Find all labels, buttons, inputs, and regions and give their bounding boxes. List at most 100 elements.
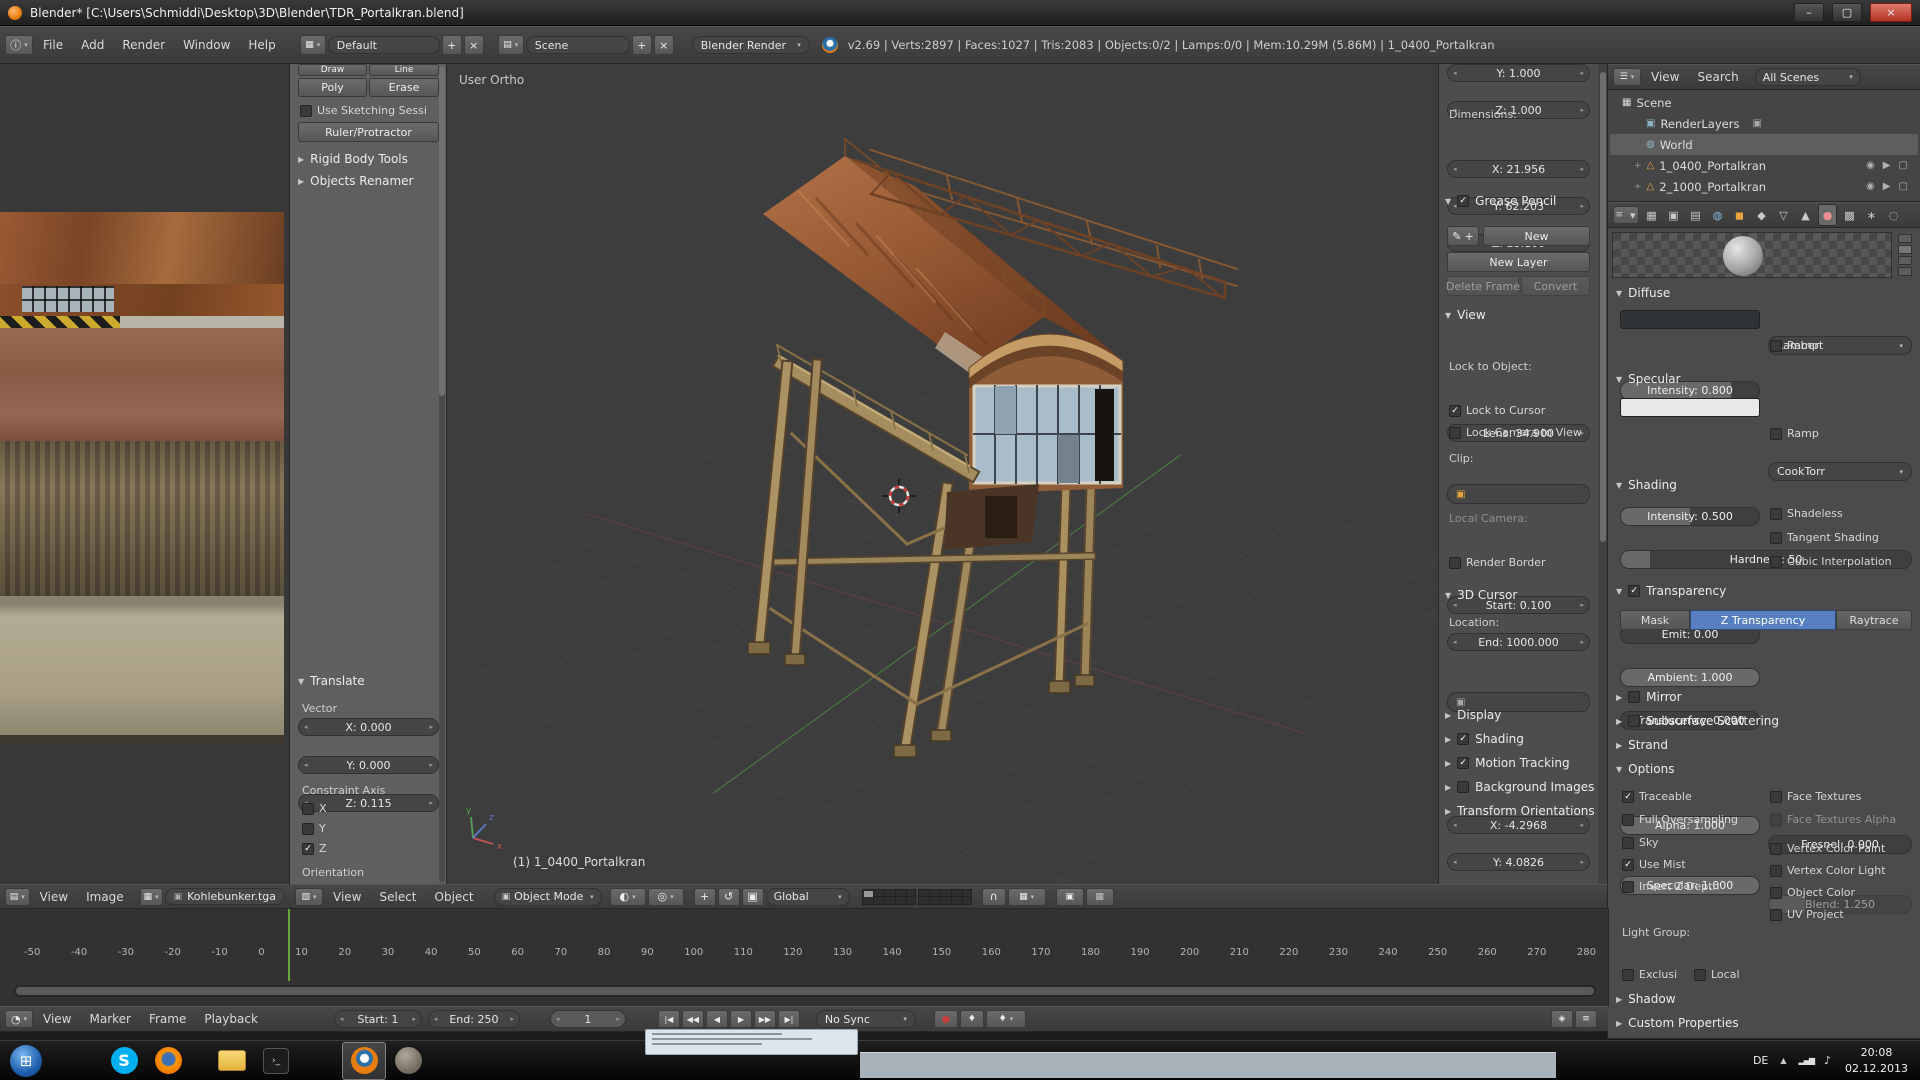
specular-ramp-checkbox[interactable]: Ramp xyxy=(1770,427,1819,440)
use-mist-checkbox[interactable]: ✓Use Mist xyxy=(1622,858,1686,871)
volume-icon[interactable]: ♪ xyxy=(1824,1054,1831,1067)
visibility-eye-icon[interactable]: ◉ xyxy=(1866,181,1875,192)
transport-button[interactable]: ▶ xyxy=(730,1010,752,1028)
transparency-raytrace-button[interactable]: Raytrace xyxy=(1836,610,1912,630)
render-border-checkbox[interactable]: Render Border xyxy=(1449,556,1546,569)
timeline-menu-item[interactable]: Marker xyxy=(81,1011,138,1027)
mirror-panel-header[interactable]: ▶Mirror xyxy=(1616,690,1682,704)
properties-tab[interactable]: ▽ xyxy=(1774,204,1793,226)
diffuse-ramp-checkbox[interactable]: Ramp xyxy=(1770,339,1819,352)
viewport-scrollbar[interactable] xyxy=(1598,64,1608,884)
sky-checkbox[interactable]: Sky xyxy=(1622,836,1658,849)
visibility-eye-icon[interactable]: ◉ xyxy=(1866,160,1875,171)
snap-toggle[interactable]: ∩ xyxy=(982,888,1006,906)
properties-tab[interactable]: ▩ xyxy=(1840,204,1859,226)
image-browse-button[interactable]: ▦▾ xyxy=(140,888,163,906)
gp-pencil-button[interactable]: ✎+ xyxy=(1447,226,1479,246)
outliner-menu-item[interactable]: View xyxy=(1643,69,1687,85)
translate-x-field[interactable]: X: 0.000 xyxy=(298,718,439,736)
uv-menu-item[interactable]: View xyxy=(32,889,76,905)
cursor-x-field[interactable]: X: -4.2968 xyxy=(1447,816,1590,834)
cubic-interpolation-checkbox[interactable]: Cubic Interpolation xyxy=(1770,555,1892,568)
viewport-menu-item[interactable]: Object xyxy=(427,889,482,905)
diffuse-color-swatch[interactable] xyxy=(1620,310,1760,329)
record-button[interactable]: ● xyxy=(934,1010,958,1028)
manipulator-scale-toggle[interactable]: ▣ xyxy=(742,888,764,906)
selectable-icon[interactable]: ▶ xyxy=(1883,181,1891,192)
screen-browse-button[interactable]: ▦▾ xyxy=(300,35,326,55)
timeline-editor-type-button[interactable]: ◔▾ xyxy=(5,1010,33,1028)
pivot-select[interactable]: ◎▾ xyxy=(648,888,684,906)
render-opengl-anim-button[interactable]: ▦ xyxy=(1086,888,1114,906)
transport-button[interactable]: ▶| xyxy=(778,1010,800,1028)
tray-expand-icon[interactable]: ▲ xyxy=(1780,1056,1786,1065)
preview-type-buttons[interactable] xyxy=(1896,232,1914,278)
viewport-canvas[interactable]: x y z User Ortho (1) 1_0400_Portalkran xyxy=(447,64,1439,884)
preview-flat-button[interactable] xyxy=(1898,234,1912,243)
scrollbar-thumb[interactable] xyxy=(1600,72,1606,542)
expand-icon[interactable]: + xyxy=(1634,182,1642,192)
properties-tab[interactable]: ◍ xyxy=(1708,204,1727,226)
unlink-scene-button[interactable]: × xyxy=(654,35,674,55)
keying-set-button[interactable]: ♦ xyxy=(960,1010,984,1028)
lock-to-cursor-checkbox[interactable]: ✓Lock to Cursor xyxy=(1449,404,1545,417)
diffuse-panel-header[interactable]: ▼Diffuse xyxy=(1616,286,1670,300)
gp-convert-button[interactable]: Convert xyxy=(1521,276,1590,296)
traceable-checkbox[interactable]: ✓Traceable xyxy=(1622,790,1692,803)
scene-name-field[interactable]: Scene xyxy=(526,36,630,54)
frame-start-field[interactable]: Start: 1 xyxy=(334,1010,422,1028)
specular-panel-header[interactable]: ▼Specular xyxy=(1616,372,1681,386)
timeline-scrollbar[interactable] xyxy=(14,985,1596,997)
properties-tab[interactable]: ▦ xyxy=(1642,204,1661,226)
render-engine-select[interactable]: Blender Render▾ xyxy=(692,36,810,54)
background-images-panel-header[interactable]: ▶Background Images xyxy=(1445,780,1594,794)
shadow-panel-header[interactable]: ▶Shadow xyxy=(1616,992,1676,1006)
scene-browse-button[interactable]: ▤▾ xyxy=(498,35,524,55)
custom-properties-panel-header[interactable]: ▶Custom Properties xyxy=(1616,1016,1739,1030)
ambient-slider[interactable]: Ambient: 1.000 xyxy=(1620,668,1760,687)
properties-tab[interactable]: ◼ xyxy=(1730,204,1749,226)
editor-type-button[interactable]: ⓘ▾ xyxy=(5,35,33,55)
constraint-z-checkbox[interactable]: ✓Z xyxy=(302,842,327,855)
renderable-camera-icon[interactable]: ▢ xyxy=(1898,181,1907,192)
timeline[interactable]: -50-40-30-20-100102030405060708090100110… xyxy=(0,909,1608,1006)
transport-button[interactable]: |◀ xyxy=(658,1010,680,1028)
gp-delete-frame-button[interactable]: Delete Frame xyxy=(1447,276,1519,296)
preview-cube-button[interactable] xyxy=(1898,256,1912,265)
layers-widget-left[interactable] xyxy=(862,889,916,905)
taskbar-firefox-icon[interactable] xyxy=(146,1042,190,1080)
scrollbar-thumb[interactable] xyxy=(439,66,445,396)
cursor-y-field[interactable]: Y: 4.0826 xyxy=(1447,853,1590,871)
current-frame-line[interactable] xyxy=(288,909,290,981)
close-button[interactable]: × xyxy=(1870,3,1912,22)
info-menu-item[interactable]: Window xyxy=(175,37,238,53)
object-color-checkbox[interactable]: Object Color xyxy=(1770,886,1855,899)
ruler-protractor-button[interactable]: Ruler/Protractor xyxy=(298,122,439,142)
outliner-editor-type-button[interactable]: ☰▾ xyxy=(1613,68,1641,86)
properties-tab[interactable]: ▣ xyxy=(1664,204,1683,226)
face-textures-checkbox[interactable]: Face Textures xyxy=(1770,790,1861,803)
maximize-button[interactable]: ▢ xyxy=(1832,3,1862,22)
gp-draw-button[interactable]: Draw xyxy=(298,64,367,76)
transport-button[interactable]: ◀ xyxy=(706,1010,728,1028)
gp-erase-button[interactable]: Erase xyxy=(369,78,439,97)
taskbar-gimp-icon[interactable] xyxy=(386,1042,430,1080)
gp-new-layer-button[interactable]: New Layer xyxy=(1447,252,1590,272)
viewport-menu-item[interactable]: Select xyxy=(371,889,424,905)
layers-widget-right[interactable] xyxy=(918,889,972,905)
window-titlebar[interactable]: Blender* [C:\Users\Schmiddi\Desktop\3D\B… xyxy=(0,0,1920,26)
outliner-row-object-1[interactable]: +△1_0400_Portalkran xyxy=(1634,155,1766,176)
display-panel-header[interactable]: ▶Display xyxy=(1445,708,1501,722)
clock[interactable]: 20:08 02.12.2013 xyxy=(1845,1045,1908,1076)
taskbar-skype-icon[interactable]: S xyxy=(102,1042,146,1080)
translate-y-field[interactable]: Y: 0.000 xyxy=(298,756,439,774)
transport-button[interactable]: ◀◀ xyxy=(682,1010,704,1028)
info-menu-item[interactable]: File xyxy=(35,37,71,53)
gp-poly-button[interactable]: Poly xyxy=(298,78,367,97)
frame-end-field[interactable]: End: 250 xyxy=(428,1010,520,1028)
expand-icon[interactable]: + xyxy=(1634,161,1642,171)
gp-new-button[interactable]: New xyxy=(1483,226,1590,246)
taskbar-blender-icon[interactable] xyxy=(342,1042,386,1080)
outliner-row-renderlayers[interactable]: ▣RenderLayers▣ xyxy=(1646,113,1762,134)
orientation-select[interactable]: Global▾ xyxy=(766,888,850,906)
